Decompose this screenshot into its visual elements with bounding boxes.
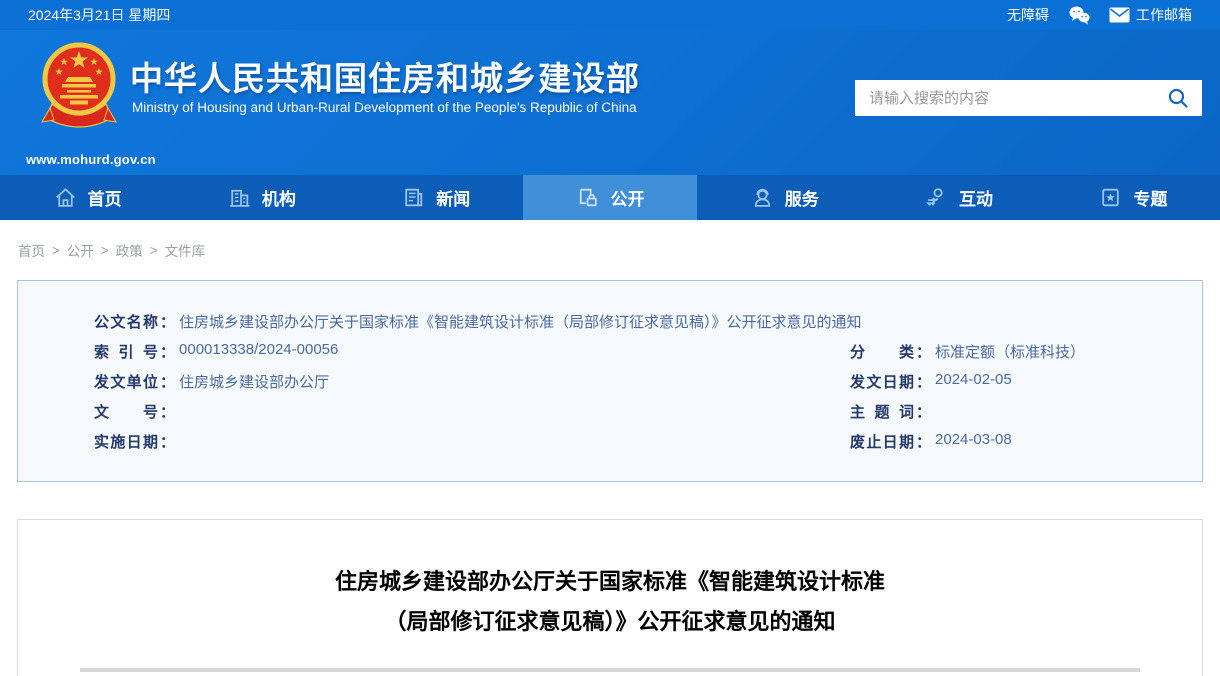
work-mailbox-link[interactable]: 工作邮箱 xyxy=(1136,5,1192,25)
meta-colon: ： xyxy=(916,401,931,422)
meta-row-document-number: 文号 ： xyxy=(94,401,850,431)
meta-row-document-name: 公文名称 ： 住房城乡建设部办公厅关于国家标准《智能建筑设计标准（局部修订征求意… xyxy=(94,311,1182,341)
meta-label: 发文日期 xyxy=(850,371,914,392)
nav-item-organization[interactable]: 机构 xyxy=(174,175,348,220)
search-icon[interactable] xyxy=(1166,86,1190,110)
nav-item-interaction[interactable]: 互动 xyxy=(871,175,1045,220)
breadcrumb-separator: > xyxy=(150,243,158,258)
meta-row-issue-date: 发文日期 ： 2024-02-05 xyxy=(850,371,1182,401)
meta-row-repeal-date: 废止日期 ： 2024-03-08 xyxy=(850,431,1182,461)
meta-colon: ： xyxy=(160,341,175,362)
nav-item-label: 公开 xyxy=(610,185,644,210)
meta-colon: ： xyxy=(916,371,931,392)
meta-label: 索引号 xyxy=(94,341,158,362)
article-title: 住房城乡建设部办公厅关于国家标准《智能建筑设计标准 （局部修订征求意见稿）》公开… xyxy=(18,562,1202,642)
nav-item-label: 互动 xyxy=(959,185,993,210)
wechat-icon[interactable] xyxy=(1067,4,1091,26)
breadcrumb-policy[interactable]: 政策 xyxy=(116,240,143,260)
meta-label: 分类 xyxy=(850,341,914,362)
meta-colon: ： xyxy=(916,431,931,452)
site-url: www.mohurd.gov.cn xyxy=(26,152,146,167)
meta-column-right: 分类 ： 标准定额（标准科技） 发文日期 ： 2024-02-05 主题词 ： … xyxy=(850,341,1182,461)
breadcrumb: 首页 > 公开 > 政策 > 文件库 xyxy=(0,220,1220,260)
nav-item-topics[interactable]: 专题 xyxy=(1046,175,1220,220)
meta-colon: ： xyxy=(916,341,931,362)
search-box xyxy=(855,80,1202,116)
accessibility-link[interactable]: 无障碍 xyxy=(1007,5,1049,25)
meta-label: 主题词 xyxy=(850,401,914,422)
breadcrumb-separator: > xyxy=(52,243,60,258)
organization-icon xyxy=(227,185,252,210)
meta-row-subject-words: 主题词 ： xyxy=(850,401,1182,431)
meta-row-category: 分类 ： 标准定额（标准科技） xyxy=(850,341,1182,371)
nav-item-label: 专题 xyxy=(1133,185,1167,210)
meta-value: 住房城乡建设部办公厅 xyxy=(179,371,329,392)
meta-label: 公文名称 xyxy=(94,311,158,332)
meta-label: 废止日期 xyxy=(850,431,914,452)
meta-colon: ： xyxy=(160,401,175,422)
nav-item-label: 机构 xyxy=(262,185,296,210)
interaction-icon xyxy=(924,185,949,210)
article-content-box: 住房城乡建设部办公厅关于国家标准《智能建筑设计标准 （局部修订征求意见稿）》公开… xyxy=(17,519,1203,676)
nav-item-news[interactable]: 新闻 xyxy=(349,175,523,220)
meta-value: 住房城乡建设部办公厅关于国家标准《智能建筑设计标准（局部修订征求意见稿）》公开征… xyxy=(179,311,862,332)
mail-icon[interactable] xyxy=(1109,7,1130,23)
search-input[interactable] xyxy=(869,90,1166,107)
breadcrumb-home[interactable]: 首页 xyxy=(18,240,45,260)
meta-row-issuing-unit: 发文单位 ： 住房城乡建设部办公厅 xyxy=(94,371,850,401)
nav-item-home[interactable]: 首页 xyxy=(0,175,174,220)
meta-column-left: 索引号 ： 000013338/2024-00056 发文单位 ： 住房城乡建设… xyxy=(94,341,850,461)
news-icon xyxy=(401,185,426,210)
article-title-line1: 住房城乡建设部办公厅关于国家标准《智能建筑设计标准 xyxy=(18,562,1202,602)
meta-value: 000013338/2024-00056 xyxy=(179,341,338,358)
meta-row-index-number: 索引号 ： 000013338/2024-00056 xyxy=(94,341,850,371)
article-title-line2: （局部修订征求意见稿）》公开征求意见的通知 xyxy=(18,602,1202,642)
disclosure-lock-icon xyxy=(575,185,600,210)
nav-item-service[interactable]: 服务 xyxy=(697,175,871,220)
meta-colon: ： xyxy=(160,431,175,452)
current-date: 2024年3月21日 星期四 xyxy=(28,5,170,25)
nav-item-label: 首页 xyxy=(88,185,122,210)
meta-columns: 索引号 ： 000013338/2024-00056 发文单位 ： 住房城乡建设… xyxy=(94,341,1182,461)
service-person-icon xyxy=(750,185,775,210)
meta-value: 标准定额（标准科技） xyxy=(935,341,1085,362)
meta-row-implementation-date: 实施日期 ： xyxy=(94,431,850,461)
meta-colon: ： xyxy=(160,371,175,392)
topic-star-icon xyxy=(1098,185,1123,210)
page: 2024年3月21日 星期四 无障碍 xyxy=(0,0,1220,676)
main-nav: 首页 机构 新闻 xyxy=(0,175,1220,220)
meta-label: 发文单位 xyxy=(94,371,158,392)
meta-colon: ： xyxy=(160,311,175,332)
breadcrumb-separator: > xyxy=(101,243,109,258)
content-divider xyxy=(80,668,1140,672)
meta-value: 2024-02-05 xyxy=(935,371,1012,388)
nav-item-label: 新闻 xyxy=(436,185,470,210)
site-header: www.mohurd.gov.cn 中华人民共和国住房和城乡建设部 Minist… xyxy=(0,30,1220,175)
meta-label: 实施日期 xyxy=(94,431,158,452)
national-emblem-logo xyxy=(40,42,118,138)
top-bar: 2024年3月21日 星期四 无障碍 xyxy=(0,0,1220,30)
nav-item-label: 服务 xyxy=(785,185,819,210)
nav-item-disclosure[interactable]: 公开 xyxy=(523,175,697,220)
site-title: 中华人民共和国住房和城乡建设部 xyxy=(130,52,640,100)
meta-value: 2024-03-08 xyxy=(935,431,1012,448)
breadcrumb-document-library[interactable]: 文件库 xyxy=(165,240,206,260)
home-icon xyxy=(53,185,78,210)
breadcrumb-disclosure[interactable]: 公开 xyxy=(67,240,94,260)
document-meta-box: 公文名称 ： 住房城乡建设部办公厅关于国家标准《智能建筑设计标准（局部修订征求意… xyxy=(17,280,1203,482)
topbar-links: 无障碍 工作邮箱 xyxy=(1007,4,1192,26)
site-title-english: Ministry of Housing and Urban-Rural Deve… xyxy=(132,100,637,115)
meta-label: 文号 xyxy=(94,401,158,422)
